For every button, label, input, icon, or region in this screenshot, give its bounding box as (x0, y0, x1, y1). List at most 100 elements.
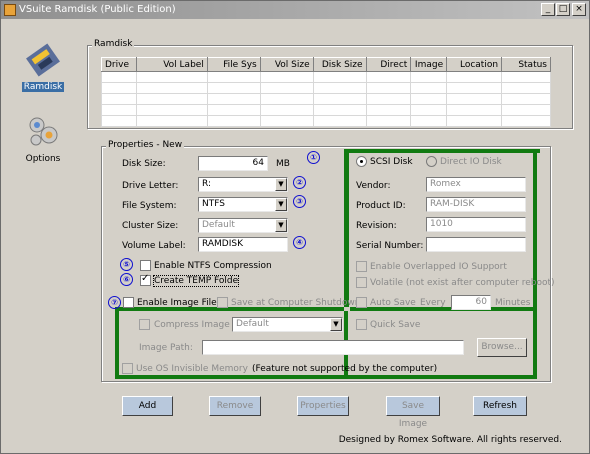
col-image[interactable]: Image (410, 57, 448, 72)
revision-label: Revision: (356, 221, 397, 231)
drive-letter-value: R: (202, 179, 212, 189)
col-vol-size[interactable]: Vol Size (259, 57, 314, 72)
minutes-label: Minutes (495, 298, 531, 308)
marker-7: ⑦ (108, 296, 121, 309)
title-bar[interactable]: VSuite Ramdisk (Public Edition) _ □ × (1, 1, 589, 19)
sidebar-item-label: Options (25, 154, 61, 164)
chevron-down-icon[interactable]: ▼ (275, 219, 287, 232)
refresh-button[interactable]: Refresh (473, 396, 527, 416)
sidebar-item-label: Ramdisk (21, 82, 65, 92)
enable-image-label: Enable Image File (137, 298, 217, 308)
sidebar-item-ramdisk[interactable]: Ramdisk (9, 43, 77, 92)
auto-save-interval-input[interactable]: 60 (451, 295, 491, 310)
group-title: Ramdisk (92, 39, 135, 49)
marker-5: ⑤ (120, 258, 133, 271)
sidebar-item-options[interactable]: Options (9, 115, 77, 164)
properties-button[interactable]: Properties (297, 396, 349, 416)
volatile-label: Volatile (not exist after computer reboo… (370, 278, 555, 288)
maximize-button[interactable]: □ (556, 3, 570, 16)
product-id-label: Product ID: (356, 201, 406, 211)
table-row[interactable] (101, 93, 551, 105)
file-system-select[interactable]: NTFS ▼ (198, 197, 288, 212)
volume-label-input[interactable]: RAMDISK (198, 237, 288, 252)
window-title: VSuite Ramdisk (Public Edition) (19, 4, 176, 15)
ntfs-compression-checkbox[interactable] (140, 260, 151, 271)
col-disk-size[interactable]: Disk Size (312, 57, 367, 72)
os-invisible-note: (Feature not supported by the computer) (252, 364, 438, 374)
compress-image-checkbox[interactable] (139, 319, 150, 330)
main-window: VSuite Ramdisk (Public Edition) _ □ × Ra… (0, 0, 590, 454)
compress-level-value: Default (236, 319, 269, 329)
volatile-checkbox[interactable] (356, 277, 367, 288)
os-invisible-label: Use OS Invisible Memory (136, 364, 248, 374)
compress-image-label: Compress Image (154, 320, 230, 330)
quick-save-checkbox[interactable] (356, 319, 367, 330)
col-direct[interactable]: Direct (365, 57, 412, 72)
table-row[interactable] (101, 104, 551, 116)
chevron-down-icon[interactable]: ▼ (330, 318, 342, 331)
drive-letter-label: Drive Letter: (122, 181, 179, 191)
compress-level-select[interactable]: Default ▼ (232, 317, 343, 332)
col-location[interactable]: Location (446, 57, 503, 72)
table-row[interactable] (101, 115, 551, 127)
ramdisk-icon (26, 43, 60, 77)
enable-image-checkbox[interactable] (123, 297, 134, 308)
save-at-shutdown-checkbox[interactable] (217, 297, 228, 308)
col-file-sys[interactable]: File Sys (206, 57, 261, 72)
disk-size-input[interactable]: 64 (198, 156, 268, 171)
serial-number-input[interactable] (426, 237, 526, 252)
os-invisible-checkbox[interactable] (122, 363, 133, 374)
chevron-down-icon[interactable]: ▼ (275, 198, 287, 211)
drive-letter-select[interactable]: R: ▼ (198, 177, 288, 192)
serial-number-label: Serial Number: (356, 241, 424, 251)
product-id-input[interactable]: RAM-DISK (426, 197, 526, 212)
cluster-size-value: Default (202, 220, 235, 230)
chevron-down-icon[interactable]: ▼ (275, 178, 287, 191)
overlapped-io-checkbox[interactable] (356, 261, 367, 272)
auto-save-checkbox[interactable] (356, 297, 367, 308)
cluster-size-select[interactable]: Default ▼ (198, 218, 288, 233)
file-system-label: File System: (122, 201, 177, 211)
disk-size-unit: MB (276, 159, 290, 169)
every-label: Every (420, 298, 446, 308)
quick-save-label: Quick Save (370, 320, 421, 330)
marker-1: ① (307, 151, 320, 164)
table-header-row: Drive Vol Label File Sys Vol Size Disk S… (101, 57, 551, 72)
col-status[interactable]: Status (501, 57, 551, 72)
col-drive[interactable]: Drive (101, 57, 137, 72)
ntfs-compression-label: Enable NTFS Compression (154, 261, 272, 271)
minimize-button[interactable]: _ (541, 3, 555, 16)
save-image-button[interactable]: Save Image (386, 396, 440, 429)
marker-2: ② (293, 176, 306, 189)
direct-io-radio[interactable] (426, 156, 437, 167)
table-row[interactable] (101, 71, 551, 83)
overlapped-io-label: Enable Overlapped IO Support (370, 262, 507, 272)
image-path-input[interactable] (202, 340, 464, 355)
cluster-size-label: Cluster Size: (122, 221, 179, 231)
image-path-label: Image Path: (139, 343, 193, 353)
save-at-shutdown-label: Save at Computer Shutdown (231, 298, 361, 308)
create-temp-checkbox[interactable] (140, 273, 151, 286)
marker-4: ④ (293, 236, 306, 249)
table-row[interactable] (101, 82, 551, 94)
group-title: Properties - New (106, 140, 185, 150)
ramdisk-table[interactable]: Drive Vol Label File Sys Vol Size Disk S… (101, 57, 551, 127)
direct-io-label: Direct IO Disk (440, 157, 502, 167)
remove-button[interactable]: Remove (209, 396, 261, 416)
close-button[interactable]: × (572, 3, 586, 16)
revision-input[interactable]: 1010 (426, 217, 526, 232)
gears-icon (29, 117, 58, 146)
highlight-edge (344, 149, 349, 311)
marker-3: ③ (293, 195, 306, 208)
disk-size-label: Disk Size: (122, 159, 166, 169)
scsi-disk-label: SCSI Disk (370, 157, 413, 167)
vendor-input[interactable]: Romex (426, 177, 526, 192)
browse-button[interactable]: Browse... (477, 338, 527, 357)
add-button[interactable]: Add (122, 396, 173, 416)
volume-label-label: Volume Label: (122, 241, 186, 251)
scsi-disk-radio[interactable] (356, 156, 367, 167)
footer-copyright: Designed by Romex Software. All rights r… (338, 435, 562, 445)
col-vol-label[interactable]: Vol Label (135, 57, 208, 72)
create-temp-label: Create TEMP Folde (152, 275, 240, 287)
auto-save-label: Auto Save (370, 298, 416, 308)
